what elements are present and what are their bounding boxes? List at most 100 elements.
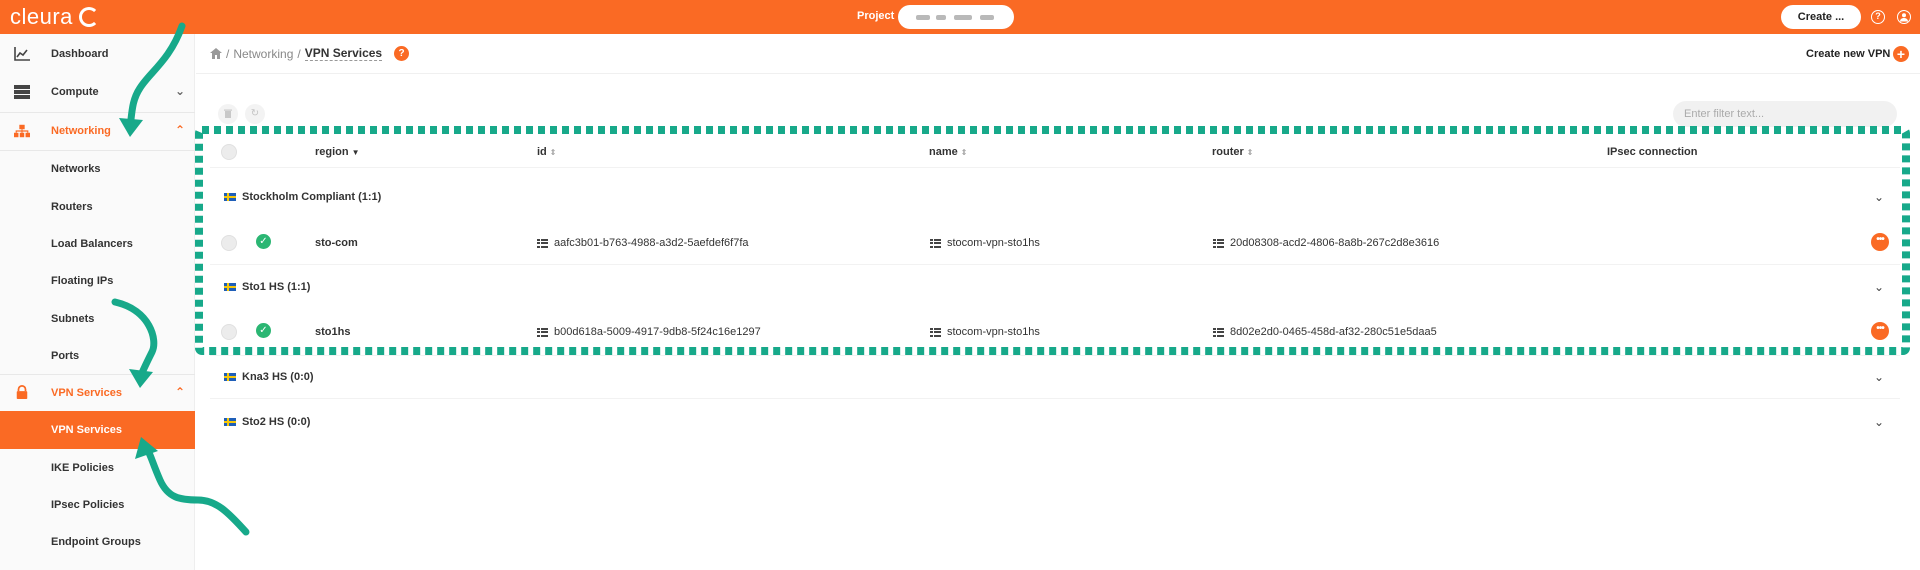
column-header-id[interactable]: id ⇕ [537, 146, 556, 158]
breadcrumb-separator: / [297, 46, 301, 61]
network-icon [14, 124, 30, 138]
sort-desc-icon: ▼ [351, 148, 360, 157]
server-icon [14, 85, 30, 99]
sidebar-item-ports[interactable]: Ports [0, 337, 195, 375]
sidebar-item-label: Routers [51, 201, 93, 213]
cell-router-value: 20d08308-acd2-4806-8a8b-267c2d8e3616 [1230, 237, 1440, 249]
cell-id[interactable]: b00d618a-5009-4917-9db8-5f24c16e1297 [537, 326, 761, 338]
sort-icon: ⇕ [1246, 148, 1254, 157]
more-actions-icon[interactable]: ••• [1871, 322, 1889, 340]
divider [210, 355, 1900, 356]
group-label: Sto2 HS (0:0) [242, 416, 311, 428]
cell-region: sto1hs [315, 326, 351, 338]
sidebar-item-label: Dashboard [51, 48, 109, 60]
sidebar-item-label: Compute [51, 86, 99, 98]
divider [210, 398, 1900, 399]
sidebar-item-vpn-services[interactable]: VPN Services [0, 411, 195, 449]
sidebar-item-load-balancers[interactable]: Load Balancers [0, 225, 195, 263]
sidebar-item-endpoint-groups[interactable]: Endpoint Groups [0, 523, 195, 561]
sidebar-item-subnets[interactable]: Subnets [0, 300, 195, 338]
sidebar-item-label: VPN Services [51, 424, 122, 436]
sidebar-item-floating-ips[interactable]: Floating IPs [0, 262, 195, 300]
redacted-text [916, 15, 930, 20]
chevron-down-icon[interactable]: ⌄ [1874, 190, 1884, 204]
chevron-up-icon: ⌃ [174, 123, 185, 137]
status-ok-icon: ✓ [256, 323, 271, 338]
create-new-vpn-label[interactable]: Create new VPN [1806, 48, 1890, 60]
cell-router[interactable]: 20d08308-acd2-4806-8a8b-267c2d8e3616 [1213, 237, 1439, 249]
cell-router[interactable]: 8d02e2d0-0465-458d-af32-280c51e5daa5 [1213, 326, 1437, 338]
status-ok-icon: ✓ [256, 234, 271, 249]
cell-id-value: b00d618a-5009-4917-9db8-5f24c16e1297 [554, 326, 761, 338]
chevron-down-icon[interactable]: ⌄ [1874, 370, 1884, 384]
sidebar-item-networks[interactable]: Networks [0, 150, 195, 188]
logo-text: cleura [10, 4, 73, 29]
cell-id-value: aafc3b01-b763-4988-a3d2-5aefdef6f7fa [554, 237, 749, 249]
sidebar-item-label: Ports [51, 350, 80, 362]
table-icon [537, 238, 548, 248]
sidebar-item-label: Floating IPs [51, 275, 114, 287]
breadcrumb: / Networking / VPN Services ? [210, 46, 410, 61]
sidebar-item-compute[interactable]: Compute ⌄ [0, 73, 195, 111]
sidebar-item-networking[interactable]: Networking ⌃ [0, 112, 195, 150]
sort-icon: ⇕ [960, 148, 968, 157]
top-bar: cleura Project Create ... ? [0, 0, 1920, 34]
lock-icon [16, 385, 28, 399]
group-label: Kna3 HS (0:0) [242, 371, 314, 383]
filter-input[interactable] [1673, 101, 1897, 127]
help-icon[interactable]: ? [1871, 10, 1885, 24]
redacted-text [936, 15, 946, 20]
cell-name-value: stocom-vpn-sto1hs [947, 326, 1040, 338]
cell-name[interactable]: stocom-vpn-sto1hs [930, 237, 1040, 249]
table-icon [1213, 327, 1224, 337]
column-header-label: name [929, 146, 958, 158]
user-icon[interactable] [1897, 10, 1911, 24]
column-header-label: router [1212, 146, 1244, 158]
group-header-kna3-hs[interactable]: Kna3 HS (0:0) [224, 371, 314, 383]
group-header-stockholm-compliant[interactable]: Stockholm Compliant (1:1) [224, 191, 381, 203]
row-checkbox[interactable] [221, 324, 237, 340]
chevron-down-icon[interactable]: ⌄ [1874, 280, 1884, 294]
more-actions-icon[interactable]: ••• [1871, 233, 1889, 251]
home-icon[interactable] [210, 48, 222, 59]
create-button[interactable]: Create ... [1781, 5, 1861, 29]
group-header-sto2-hs[interactable]: Sto2 HS (0:0) [224, 416, 310, 428]
table-icon [1213, 238, 1224, 248]
cell-router-value: 8d02e2d0-0465-458d-af32-280c51e5daa5 [1230, 326, 1437, 338]
sidebar: Dashboard Compute ⌄ Networking ⌃ Network… [0, 34, 195, 570]
redacted-text [980, 15, 994, 20]
row-checkbox[interactable] [221, 235, 237, 251]
column-header-name[interactable]: name ⇕ [929, 146, 967, 158]
breadcrumb-networking[interactable]: Networking [233, 47, 293, 61]
project-selector[interactable] [898, 5, 1014, 29]
sidebar-item-ike-policies[interactable]: IKE Policies [0, 449, 195, 487]
column-header-region[interactable]: region ▼ [315, 146, 360, 158]
sidebar-item-label: Networks [51, 163, 101, 175]
add-icon[interactable]: + [1893, 46, 1909, 62]
select-all-checkbox[interactable] [221, 144, 237, 160]
column-header-label: id [537, 146, 547, 158]
chevron-up-icon: ⌃ [174, 385, 185, 399]
cell-name[interactable]: stocom-vpn-sto1hs [930, 326, 1040, 338]
divider [196, 73, 1920, 74]
sidebar-item-label: Subnets [51, 313, 95, 325]
chevron-down-icon[interactable]: ⌄ [1874, 415, 1884, 429]
column-header-router[interactable]: router ⇕ [1212, 146, 1253, 158]
logo-mark-icon [78, 7, 99, 27]
column-header-ipsec-connection: IPsec connection [1607, 146, 1697, 158]
group-header-sto1-hs[interactable]: Sto1 HS (1:1) [224, 281, 310, 293]
delete-icon[interactable] [218, 104, 238, 124]
sweden-flag-icon [224, 373, 236, 381]
cleura-logo[interactable]: cleura [10, 4, 99, 30]
sidebar-item-routers[interactable]: Routers [0, 188, 195, 226]
sidebar-item-vpn-services-section[interactable]: VPN Services ⌃ [0, 374, 195, 412]
sidebar-item-dashboard[interactable]: Dashboard [0, 35, 195, 73]
divider [210, 264, 1900, 265]
sidebar-item-label: VPN Services [51, 387, 122, 399]
cell-id[interactable]: aafc3b01-b763-4988-a3d2-5aefdef6f7fa [537, 237, 749, 249]
chart-icon [14, 47, 30, 61]
table-icon [537, 327, 548, 337]
refresh-icon[interactable]: ↻ [245, 104, 265, 124]
help-badge-icon[interactable]: ? [394, 46, 410, 61]
sidebar-item-ipsec-policies[interactable]: IPsec Policies [0, 486, 195, 524]
